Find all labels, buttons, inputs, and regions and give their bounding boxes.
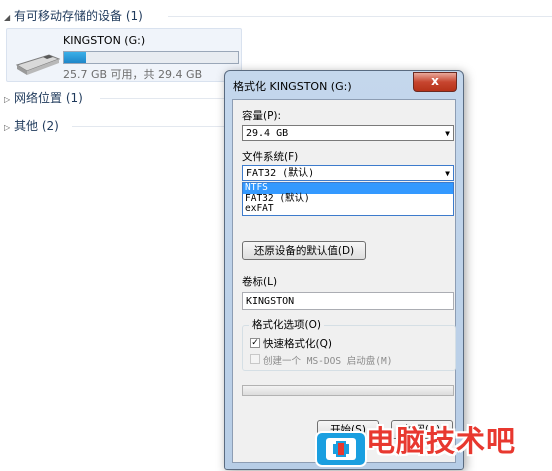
dropdown-arrow-icon: ▼ [445, 169, 450, 178]
drive-tile-kingston[interactable]: KINGSTON (G:) 25.7 GB 可用，共 29.4 GB [6, 28, 242, 82]
usb-drive-icon [15, 54, 61, 75]
filesystem-option-exfat[interactable]: exFAT [243, 203, 453, 215]
msdos-boot-label: 创建一个 MS-DOS 启动盘(M) [263, 356, 393, 367]
dialog-body: 容量(P): 29.4 GB ▼ 文件系统(F) FAT32 (默认) ▼ NT… [232, 99, 456, 463]
drive-name: KINGSTON (G:) [63, 34, 146, 47]
format-progress-bar [242, 385, 454, 396]
filesystem-option-fat32[interactable]: FAT32 (默认) [243, 193, 453, 205]
capacity-label: 容量(P): [242, 110, 282, 122]
volume-label-label: 卷标(L) [242, 276, 278, 288]
collapse-triangle-icon: ◢ [4, 13, 11, 22]
expand-triangle-icon: ▷ [4, 95, 11, 104]
format-options-title: 格式化选项(O) [249, 317, 324, 332]
section-divider [168, 16, 552, 17]
removable-devices-header[interactable]: ◢ 有可移动存储的设备 (1) [4, 8, 143, 24]
format-dialog: 格式化 KINGSTON (G:) x 容量(P): 29.4 GB ▼ 文件系… [224, 70, 464, 470]
drive-capacity-bar [63, 51, 239, 64]
drive-free-space: 25.7 GB 可用，共 29.4 GB [63, 68, 203, 81]
section-divider [100, 98, 224, 99]
filesystem-option-ntfs[interactable]: NTFS [243, 182, 453, 194]
dialog-close-button[interactable]: x [413, 72, 457, 92]
restore-defaults-button[interactable]: 还原设备的默认值(D) [242, 241, 366, 260]
other-header[interactable]: ▷ 其他 (2) [4, 118, 59, 134]
expand-triangle-icon: ▷ [4, 123, 11, 132]
drive-capacity-fill [64, 52, 86, 63]
dialog-title: 格式化 KINGSTON (G:) [233, 80, 352, 93]
watermark-text: 电脑技术吧 [366, 424, 517, 458]
quick-format-label: 快速格式化(Q) [263, 338, 332, 350]
filesystem-select[interactable]: FAT32 (默认) ▼ [242, 165, 454, 181]
msdos-boot-checkbox[interactable] [250, 354, 260, 364]
volume-label-input[interactable]: KINGSTON [242, 292, 454, 310]
dropdown-arrow-icon: ▼ [445, 129, 450, 138]
capacity-select[interactable]: 29.4 GB ▼ [242, 125, 454, 141]
network-locations-header[interactable]: ▷ 网络位置 (1) [4, 90, 83, 106]
section-divider [72, 126, 224, 127]
filesystem-dropdown-list: NTFS FAT32 (默认) exFAT [242, 182, 454, 216]
filesystem-label: 文件系统(F) [242, 151, 299, 163]
quick-format-checkbox[interactable]: ✓ [250, 338, 260, 348]
